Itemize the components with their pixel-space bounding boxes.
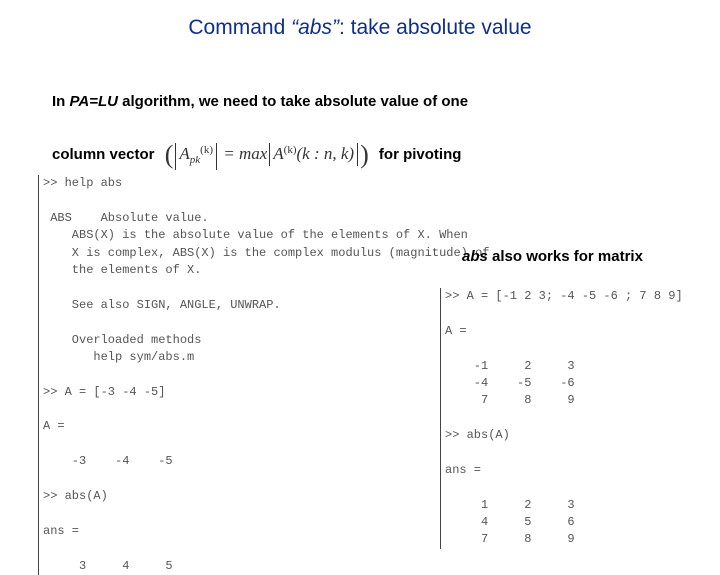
title-quoted: “abs”: [291, 16, 339, 39]
formula-rhs-sup: (k): [284, 144, 297, 156]
left-console: >> help abs ABS Absolute value. ABS(X) i…: [38, 175, 403, 575]
body-text: In PA=LU algorithm, we need to take abso…: [52, 82, 690, 189]
title-suffix: : take absolute value: [339, 16, 532, 39]
title-prefix: Command: [188, 16, 291, 39]
formula-eq: = max: [219, 144, 267, 163]
body-line1-a: In: [52, 93, 70, 110]
right-label-rest: also works for matrix: [488, 248, 643, 265]
formula-lhs-base: A: [179, 144, 189, 163]
body-line2-b: for pivoting: [379, 146, 462, 163]
formula-rhs-base: A: [273, 144, 283, 163]
formula-lhs-sub: pk: [190, 154, 200, 166]
body-line1-b: algorithm, we need to take absolute valu…: [118, 93, 468, 110]
body-palu: PA=LU: [70, 93, 118, 110]
slide-title: Command “abs”: take absolute value: [0, 16, 720, 40]
right-console: >> A = [-1 2 3; -4 -5 -6 ; 7 8 9] A = -1…: [440, 288, 685, 549]
body-line2-a: column vector: [52, 146, 155, 163]
right-label-abs: abs: [462, 248, 488, 265]
formula-rhs-args: (k : n, k): [297, 144, 355, 163]
formula-lhs-sup: (k): [200, 144, 213, 156]
right-label: abs also works for matrix: [462, 248, 643, 265]
